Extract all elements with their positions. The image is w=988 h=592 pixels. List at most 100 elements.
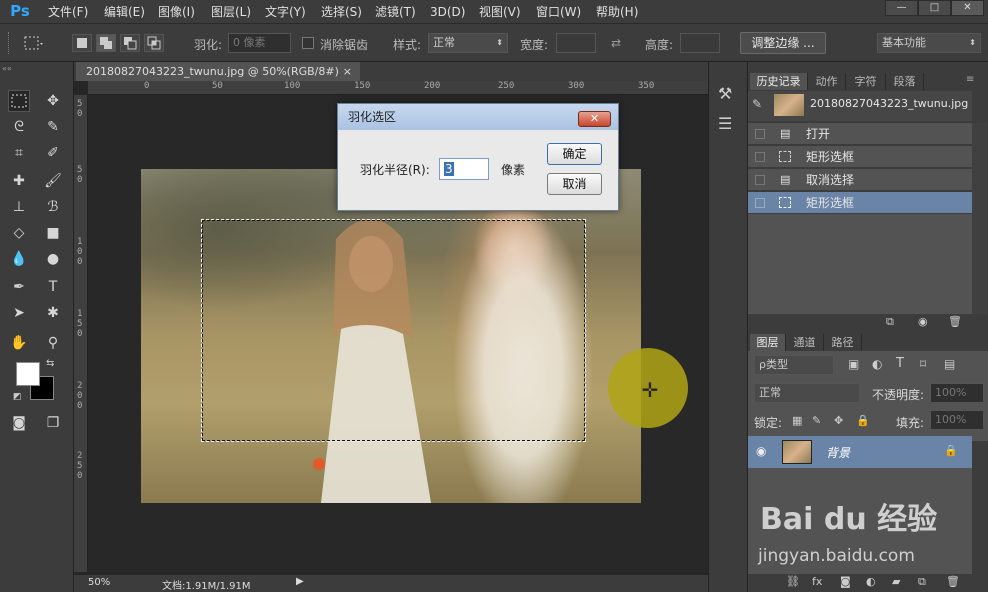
- history-item[interactable]: 矩形选框: [748, 146, 972, 168]
- menu-layer[interactable]: 图层(L): [211, 0, 251, 24]
- clone-stamp-icon[interactable]: ⊥: [8, 196, 30, 218]
- ok-button[interactable]: 确定: [547, 143, 602, 165]
- tab-paragraph[interactable]: 段落: [886, 73, 924, 90]
- tab-history[interactable]: 历史记录: [750, 73, 808, 90]
- opacity-field[interactable]: 100%: [930, 383, 984, 403]
- add-selection-icon[interactable]: [96, 34, 116, 52]
- close-window-button[interactable]: ✕: [951, 0, 984, 16]
- minimize-button[interactable]: —: [885, 0, 918, 16]
- tab-character[interactable]: 字符: [846, 73, 886, 90]
- fill-field[interactable]: 100%: [930, 410, 984, 430]
- feather-radius-input[interactable]: 3: [439, 158, 489, 180]
- history-item[interactable]: ▤ 打开: [748, 123, 972, 145]
- trash-icon[interactable]: 🗑: [948, 315, 962, 328]
- document-tab[interactable]: 20180827043223_twunu.jpg @ 50%(RGB/8#) ×: [76, 62, 360, 81]
- eyedropper-tool-icon[interactable]: ✐: [42, 142, 64, 164]
- healing-brush-icon[interactable]: ✚: [8, 170, 30, 192]
- history-brush-source-icon[interactable]: ✎: [752, 97, 762, 111]
- marquee-selection[interactable]: [201, 219, 586, 442]
- play-arrow-icon[interactable]: ▶: [296, 576, 304, 587]
- dodge-tool-icon[interactable]: ●: [42, 248, 64, 270]
- height-field[interactable]: [680, 33, 720, 53]
- adjustments-icon[interactable]: ☰: [718, 114, 732, 133]
- menu-window[interactable]: 窗口(W): [536, 0, 581, 24]
- dialog-close-button[interactable]: ✕: [578, 111, 611, 127]
- menu-view[interactable]: 视图(V): [479, 0, 521, 24]
- eraser-tool-icon[interactable]: ◇: [8, 222, 30, 244]
- new-layer-icon[interactable]: ⧉: [918, 575, 926, 589]
- menu-help[interactable]: 帮助(H): [596, 0, 638, 24]
- history-checkbox[interactable]: [755, 129, 765, 139]
- zoom-tool-icon[interactable]: ⚲: [42, 332, 64, 354]
- swap-icon[interactable]: ⇄: [611, 36, 621, 50]
- tab-channels[interactable]: 通道: [786, 334, 824, 351]
- pixel-filter-icon[interactable]: ▣: [848, 357, 859, 371]
- subtract-selection-icon[interactable]: [120, 34, 140, 52]
- move-tool-icon[interactable]: ✥: [42, 90, 64, 112]
- menu-select[interactable]: 选择(S): [321, 0, 362, 24]
- crop-tool-icon[interactable]: ⌗: [8, 142, 30, 164]
- tab-actions[interactable]: 动作: [808, 73, 846, 90]
- adjustment-filter-icon[interactable]: ◐: [872, 357, 882, 371]
- path-select-icon[interactable]: ➤: [8, 302, 30, 324]
- default-colors-icon[interactable]: ◩: [13, 392, 22, 402]
- history-item-selected[interactable]: 矩形选框: [748, 192, 972, 214]
- history-item[interactable]: ▤ 取消选择: [748, 169, 972, 191]
- history-checkbox[interactable]: [755, 175, 765, 185]
- menu-type[interactable]: 文字(Y): [265, 0, 306, 24]
- blur-tool-icon[interactable]: 💧: [8, 248, 30, 270]
- antialias-checkbox[interactable]: [302, 37, 314, 49]
- tab-layers[interactable]: 图层: [750, 334, 786, 351]
- history-checkbox[interactable]: [755, 198, 765, 208]
- screen-mode-icon[interactable]: ❐: [42, 412, 64, 434]
- zoom-level[interactable]: 50%: [88, 577, 110, 588]
- refine-edge-button[interactable]: 调整边缘 ...: [740, 32, 826, 54]
- collapse-icon[interactable]: ««: [2, 64, 12, 73]
- menu-image[interactable]: 图像(I): [158, 0, 195, 24]
- panel-menu-icon[interactable]: ≡: [966, 74, 974, 85]
- lock-pixels-icon[interactable]: ✎: [812, 414, 821, 427]
- delete-layer-icon[interactable]: 🗑: [946, 575, 960, 588]
- history-brush-icon[interactable]: ℬ: [42, 196, 64, 218]
- smart-object-filter-icon[interactable]: ▤: [944, 357, 955, 371]
- workspace-select[interactable]: 基本功能 ⬍: [877, 33, 981, 53]
- eye-icon[interactable]: ◉: [756, 444, 766, 458]
- foreground-color-swatch[interactable]: [16, 362, 40, 386]
- hand-tool-icon[interactable]: ✋: [8, 332, 30, 354]
- group-folder-icon[interactable]: ▰: [892, 575, 900, 588]
- pen-tool-icon[interactable]: ✒: [8, 276, 30, 298]
- blend-mode-select[interactable]: 正常: [754, 383, 860, 403]
- brush-tool-icon[interactable]: 🖌: [42, 170, 64, 192]
- lock-position-icon[interactable]: ✥: [834, 414, 843, 427]
- tab-paths[interactable]: 路径: [824, 334, 862, 351]
- intersect-selection-icon[interactable]: [144, 34, 164, 52]
- type-tool-icon[interactable]: T: [42, 276, 64, 298]
- type-filter-icon[interactable]: T: [896, 356, 904, 371]
- shape-filter-icon[interactable]: ⌑: [920, 357, 926, 371]
- width-field[interactable]: [556, 33, 596, 53]
- rect-marquee-tool-icon[interactable]: [8, 90, 30, 112]
- history-checkbox[interactable]: [755, 152, 765, 162]
- lasso-tool-icon[interactable]: ᘓ: [8, 116, 30, 138]
- gradient-tool-icon[interactable]: ■: [42, 222, 64, 244]
- fx-icon[interactable]: fx: [812, 575, 822, 588]
- grip-handle[interactable]: [8, 32, 11, 54]
- layer-kind-filter[interactable]: ρ类型: [754, 355, 834, 375]
- shape-tool-icon[interactable]: ✱: [42, 302, 64, 324]
- feather-field[interactable]: 0 像素: [228, 33, 291, 53]
- link-layers-icon[interactable]: ⛓: [786, 575, 800, 588]
- new-document-icon[interactable]: ⧉: [886, 315, 894, 329]
- close-tab-icon[interactable]: ×: [343, 62, 352, 81]
- brush-presets-icon[interactable]: ⚒: [718, 84, 732, 103]
- maximize-button[interactable]: □: [918, 0, 951, 16]
- new-selection-icon[interactable]: [72, 34, 92, 52]
- menu-3d[interactable]: 3D(D): [430, 0, 465, 24]
- lock-transparent-icon[interactable]: ▦: [792, 414, 802, 427]
- cancel-button[interactable]: 取消: [547, 173, 602, 195]
- menu-edit[interactable]: 编辑(E): [104, 0, 145, 24]
- swap-colors-icon[interactable]: ⇆: [46, 358, 54, 369]
- quick-mask-icon[interactable]: ◙: [8, 412, 30, 434]
- layer-mask-icon[interactable]: ◙: [840, 575, 851, 588]
- menu-filter[interactable]: 滤镜(T): [375, 0, 416, 24]
- history-scrollbar[interactable]: [972, 123, 988, 314]
